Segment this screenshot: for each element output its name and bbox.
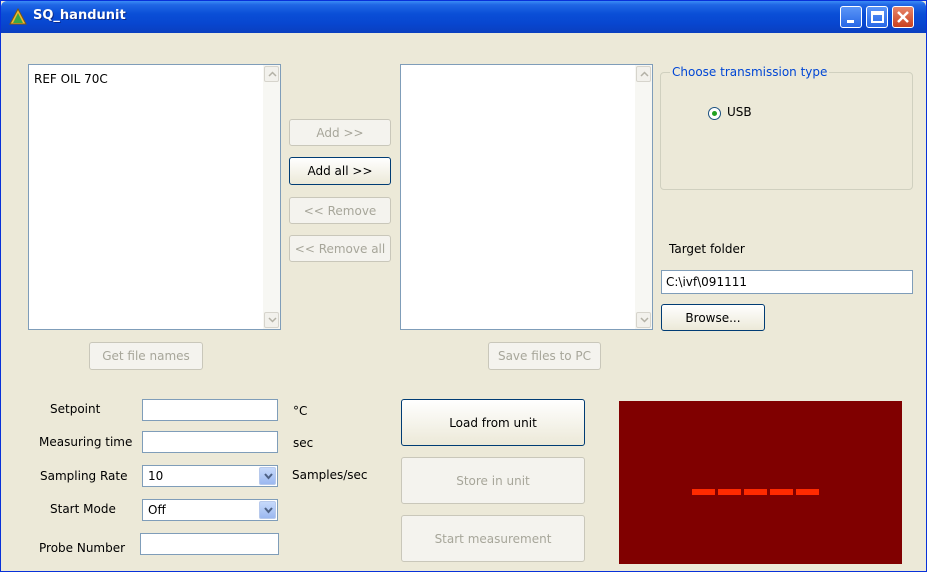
usb-label[interactable]: USB (727, 105, 752, 119)
triangle-app-icon (9, 7, 27, 26)
get-file-names-button[interactable]: Get file names (89, 342, 203, 370)
app-window: SQ_handunit REF OIL 70C Add >> Add all >… (0, 0, 927, 572)
led-display (619, 401, 902, 564)
unit-files-list[interactable]: REF OIL 70C (28, 64, 281, 330)
target-folder-input[interactable]: C:\ivf\091111 (661, 270, 913, 294)
scroll-up-button[interactable] (264, 66, 279, 82)
chevron-up-icon (640, 71, 649, 77)
probe-number-label: Probe Number (39, 541, 126, 555)
maximize-button[interactable] (866, 6, 888, 28)
scroll-down-button[interactable] (264, 312, 279, 328)
led-segment (744, 489, 767, 495)
scroll-up-button[interactable] (636, 66, 651, 82)
scrollbar[interactable] (263, 65, 280, 329)
transmission-groupbox (660, 72, 913, 190)
load-from-unit-button[interactable]: Load from unit (401, 399, 585, 446)
setpoint-input[interactable] (142, 399, 278, 421)
probe-number-input[interactable] (140, 533, 279, 555)
add-button[interactable]: Add >> (289, 119, 391, 146)
maximize-icon (871, 11, 884, 23)
start-measurement-button[interactable]: Start measurement (401, 515, 585, 562)
remove-all-button[interactable]: << Remove all (289, 235, 391, 262)
minimize-button[interactable] (840, 6, 862, 28)
setpoint-unit: °C (293, 404, 308, 418)
target-folder-label: Target folder (669, 242, 745, 256)
led-segment (770, 489, 793, 495)
start-mode-select[interactable]: Off (142, 499, 278, 521)
remove-button[interactable]: << Remove (289, 197, 391, 224)
transmission-legend: Choose transmission type (670, 65, 830, 79)
chevron-down-icon (640, 317, 649, 323)
radio-selected-dot (712, 111, 717, 116)
start-mode-value: Off (148, 503, 166, 517)
led-segment (718, 489, 741, 495)
start-mode-label: Start Mode (50, 502, 116, 516)
usb-radio[interactable] (708, 107, 721, 120)
pc-files-list[interactable] (400, 64, 653, 330)
sampling-rate-select[interactable]: 10 (142, 465, 278, 487)
scroll-down-button[interactable] (636, 312, 651, 328)
store-in-unit-button[interactable]: Store in unit (401, 457, 585, 504)
save-files-button[interactable]: Save files to PC (488, 342, 601, 370)
window-title: SQ_handunit (33, 8, 126, 23)
sampling-rate-label: Sampling Rate (40, 469, 128, 483)
sampling-rate-unit: Samples/sec (292, 468, 368, 482)
chevron-down-icon (268, 317, 277, 323)
browse-button[interactable]: Browse... (661, 304, 765, 331)
measuring-time-unit: sec (293, 436, 314, 450)
setpoint-label: Setpoint (50, 402, 101, 416)
close-icon (897, 11, 909, 23)
measuring-time-label: Measuring time (39, 435, 133, 449)
list-item[interactable]: REF OIL 70C (34, 72, 108, 86)
add-all-button[interactable]: Add all >> (289, 157, 391, 185)
chevron-down-icon (264, 507, 273, 514)
title-bar[interactable]: SQ_handunit (1, 1, 926, 33)
led-segment (692, 489, 715, 495)
scrollbar[interactable] (635, 65, 652, 329)
chevron-up-icon (268, 71, 277, 77)
dropdown-button[interactable] (259, 467, 276, 485)
measuring-time-input[interactable] (142, 431, 278, 453)
minimize-icon (847, 20, 854, 23)
chevron-down-icon (264, 473, 273, 480)
close-button[interactable] (892, 6, 914, 28)
led-segment (796, 489, 819, 495)
sampling-rate-value: 10 (148, 469, 164, 483)
dropdown-button[interactable] (259, 501, 276, 519)
